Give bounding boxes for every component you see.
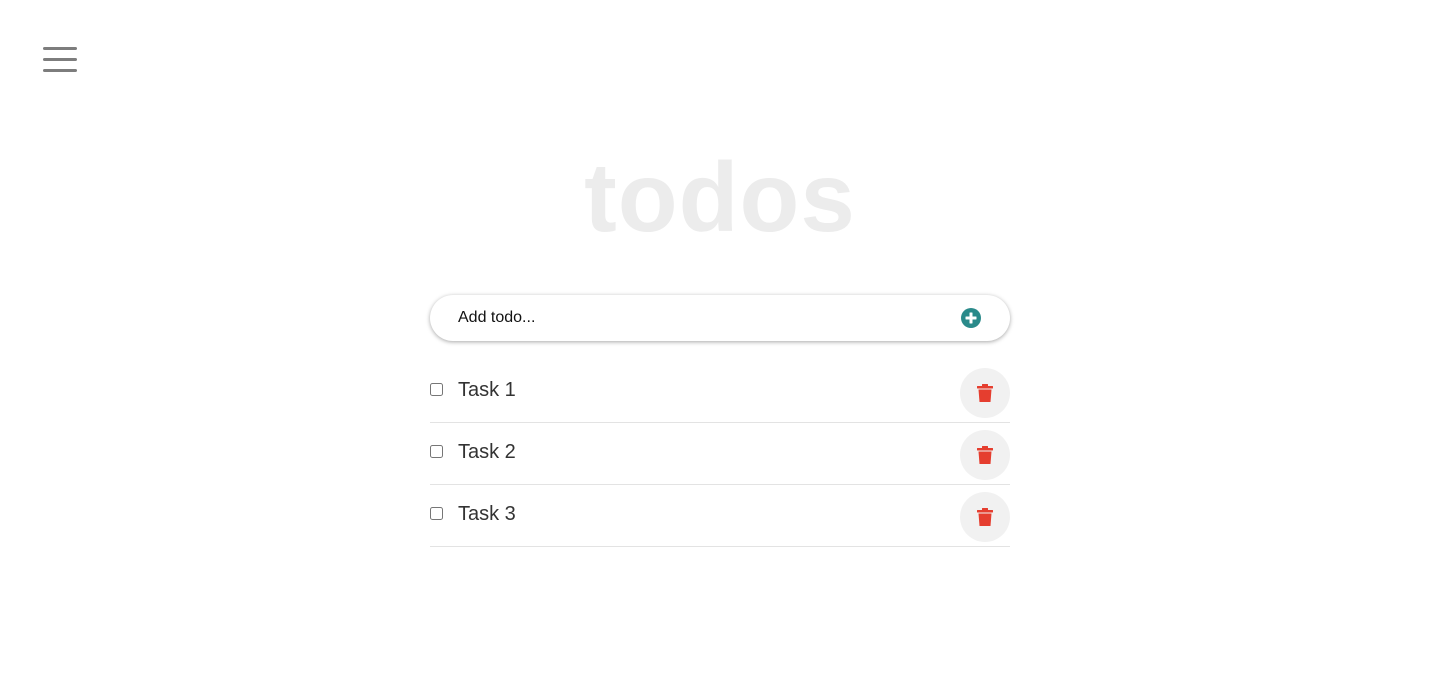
todo-label: Task 2: [458, 441, 516, 463]
delete-button[interactable]: [960, 430, 1010, 480]
menu-line: [43, 58, 77, 61]
todo-label: Task 1: [458, 379, 516, 401]
todo-checkbox[interactable]: [430, 445, 443, 458]
plus-circle-icon[interactable]: [961, 308, 981, 328]
trash-icon: [977, 508, 993, 526]
menu-line: [43, 47, 77, 50]
hamburger-menu-icon[interactable]: [42, 46, 78, 74]
todo-checkbox[interactable]: [430, 383, 443, 396]
todo-label: Task 3: [458, 503, 516, 525]
todo-checkbox[interactable]: [430, 507, 443, 520]
menu-line: [43, 69, 77, 72]
add-todo-bar: [430, 295, 1010, 341]
list-item: Task 1: [430, 361, 1010, 423]
trash-icon: [977, 384, 993, 402]
todo-list: Task 1 Task 2 Task 3: [430, 361, 1010, 547]
delete-button[interactable]: [960, 368, 1010, 418]
list-item: Task 2: [430, 423, 1010, 485]
delete-button[interactable]: [960, 492, 1010, 542]
add-todo-input[interactable]: [458, 295, 938, 341]
todo-app: todos Task 1 Task 2: [0, 0, 1440, 690]
trash-icon: [977, 446, 993, 464]
page-title: todos: [584, 142, 856, 252]
list-item: Task 3: [430, 485, 1010, 547]
